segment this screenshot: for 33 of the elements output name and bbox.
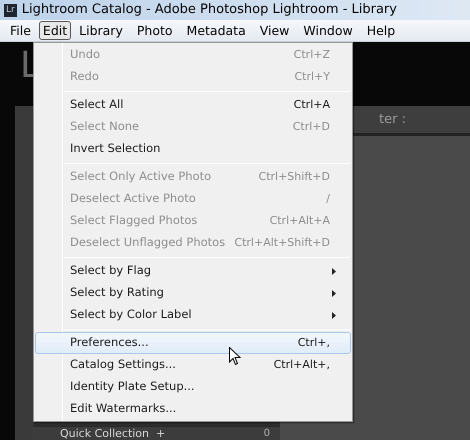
window-title: Lightroom Catalog - Adobe Photoshop Lightroom - Library <box>22 1 397 20</box>
menu-bar-item[interactable]: Metadata <box>180 21 253 40</box>
menu-bar-item[interactable]: View <box>252 21 296 40</box>
menu-item[interactable]: Invert Selection <box>35 138 351 160</box>
collection-count: 0 <box>264 428 270 440</box>
shortcut-label: Ctrl+Y <box>294 68 330 85</box>
menu-item[interactable]: Catalog Settings... Ctrl+Alt+, <box>35 354 351 376</box>
menu-bar-item[interactable]: Photo <box>130 21 180 40</box>
menu-bar-item[interactable]: Edit <box>38 21 72 40</box>
shortcut-label: Ctrl+A <box>294 96 330 113</box>
menu-bar-item[interactable]: Help <box>360 21 402 40</box>
menu-bar-item[interactable]: Library <box>72 21 130 40</box>
menu-bar-item[interactable]: Window <box>296 21 360 40</box>
cursor-icon <box>229 347 241 366</box>
shortcut-label: Ctrl+Alt+, <box>274 356 330 373</box>
shortcut-label: Ctrl+Z <box>294 46 330 63</box>
app-icon: Lr <box>4 4 17 16</box>
collection-label[interactable]: Quick Collection + <box>60 428 166 440</box>
menu-item[interactable]: Select by Flag <box>35 260 351 282</box>
filter-label: ter : <box>379 110 406 129</box>
shortcut-label: Ctrl+Alt+Shift+D <box>234 234 330 251</box>
menu-item[interactable]: Select by Rating <box>35 282 351 304</box>
menu-item[interactable]: Select by Color Label <box>35 304 351 326</box>
shortcut-label: Ctrl+, <box>298 334 330 351</box>
menu-bar-item[interactable]: File <box>3 21 38 40</box>
shortcut-label: Ctrl+Alt+A <box>270 212 330 229</box>
menu-item[interactable]: Preferences... Ctrl+, <box>35 332 351 354</box>
menu-item[interactable]: Edit Watermarks... <box>35 398 351 420</box>
menu-item[interactable]: Select All Ctrl+A <box>35 94 351 116</box>
shortcut-label: Ctrl+Shift+D <box>258 168 330 185</box>
shortcut-label: Ctrl+D <box>292 118 330 135</box>
menu-item[interactable]: Identity Plate Setup... <box>35 376 351 398</box>
shortcut-label: / <box>326 190 330 207</box>
